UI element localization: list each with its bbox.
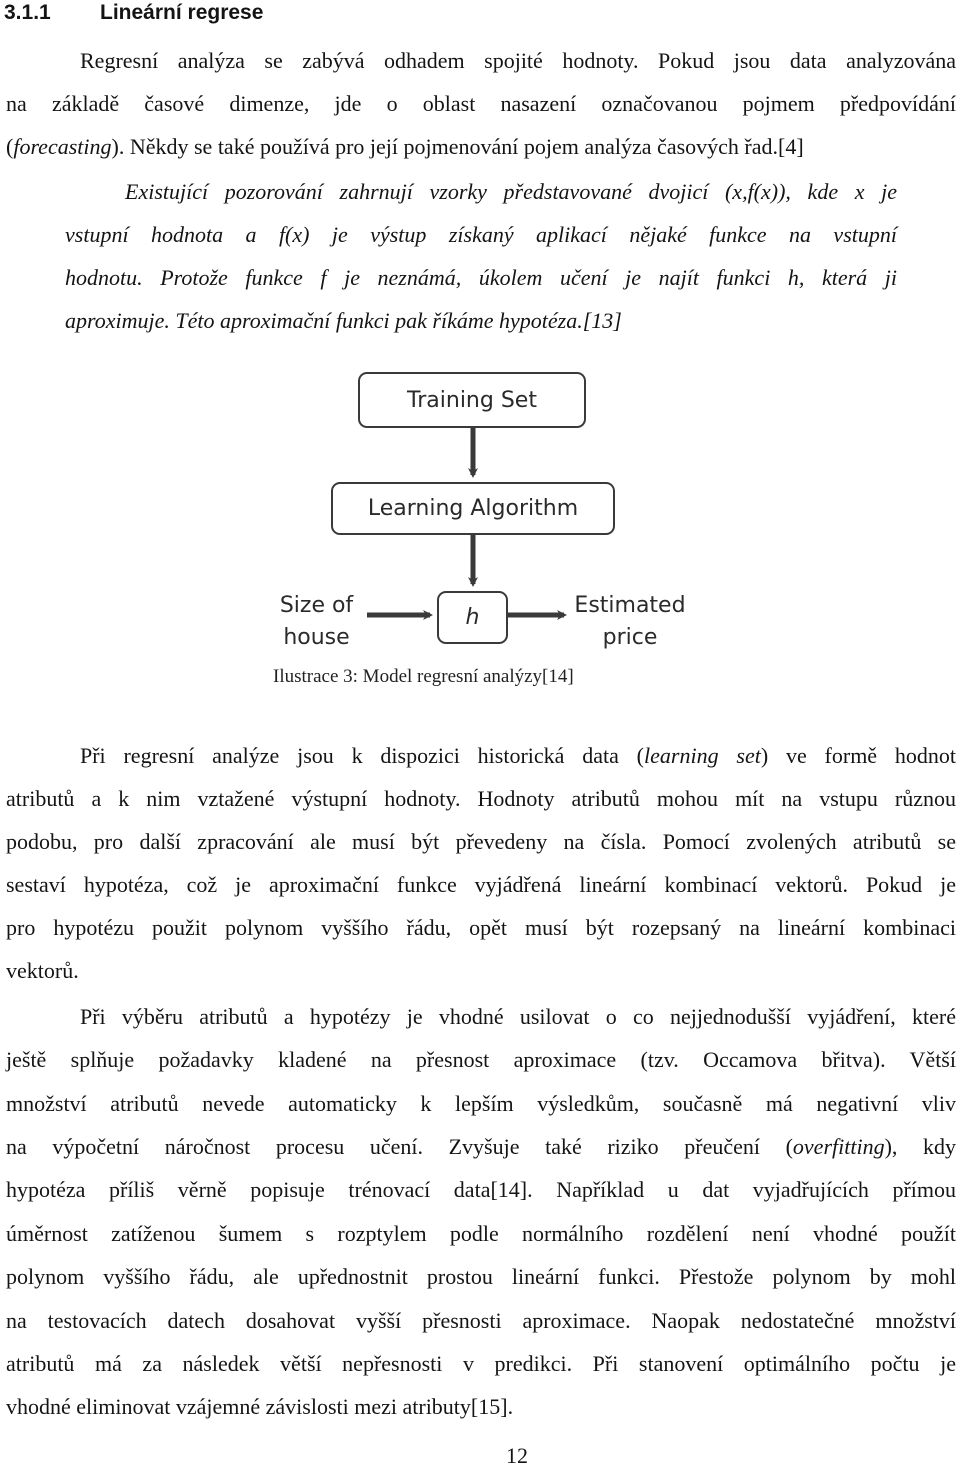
text-line: podobu, pro další zpracování ale musí bý… bbox=[6, 829, 956, 854]
hypothesis-box: h bbox=[437, 591, 508, 644]
output-label-line: price bbox=[602, 625, 658, 650]
text-line: na základě časové dimenze, jde o oblast … bbox=[6, 91, 956, 116]
text-span: na výpočetní náročnost procesu učení. Zv… bbox=[6, 1134, 793, 1159]
learning-algorithm-box: Learning Algorithm bbox=[331, 482, 615, 535]
text-line: atributů a k nim vztažené výstupní hodno… bbox=[6, 786, 956, 811]
text-line: Regresní analýza se zabývá odhadem spoji… bbox=[80, 48, 956, 73]
text-line: sestaví hypotéza, což je aproximační fun… bbox=[6, 872, 956, 897]
text-line: hypotéza příliš věrně popisuje trénovací… bbox=[6, 1177, 956, 1202]
text-line: Při výběru atributů a hypotézy je vhodné… bbox=[80, 1004, 956, 1029]
text-line: ještě splňuje požadavky kladené na přesn… bbox=[6, 1047, 956, 1072]
text-line: na testovacích datech dosahovat vyšší př… bbox=[6, 1308, 956, 1333]
text-line: pro hypotézu použit polynom vyššího řádu… bbox=[6, 915, 956, 940]
text-line: úměrnost zatíženou šumem s rozptylem pod… bbox=[6, 1221, 956, 1246]
text-span: ). Někdy se také používá pro její pojmen… bbox=[111, 134, 804, 159]
text-span: Při regresní analýze jsou k dispozici hi… bbox=[80, 743, 645, 768]
text-line: na výpočetní náročnost procesu učení. Zv… bbox=[6, 1134, 956, 1160]
page-number: 12 bbox=[506, 1443, 528, 1468]
section-number: 3.1.1 bbox=[4, 1, 51, 24]
text-span: ), kdy bbox=[884, 1134, 957, 1159]
output-label-line: Estimated bbox=[574, 593, 686, 618]
input-label-line: house bbox=[283, 625, 350, 650]
text-line: Existující pozorování zahrnují vzorky př… bbox=[125, 179, 897, 204]
italic-term: forecasting bbox=[13, 134, 112, 159]
section-heading: 3.1.1 Lineární regrese bbox=[4, 1, 263, 25]
text-line: vstupní hodnota a f(x) je výstup získaný… bbox=[65, 222, 897, 247]
text-line: hodnotu. Protože funkce f je neznámá, úk… bbox=[65, 265, 897, 290]
text-line: vhodné eliminovat vzájemné závislosti me… bbox=[6, 1394, 514, 1419]
text-line: polynom vyššího řádu, ale upřednostnit p… bbox=[6, 1264, 956, 1289]
text-line: Při regresní analýze jsou k dispozici hi… bbox=[80, 743, 956, 769]
input-label-line: Size of bbox=[279, 593, 354, 618]
text-line: atributů má za následek větší nepřesnost… bbox=[6, 1351, 956, 1376]
input-label: Size of house bbox=[274, 590, 359, 654]
figure-caption: Ilustrace 3: Model regresní analýzy[14] bbox=[273, 666, 574, 687]
section-title: Lineární regrese bbox=[100, 1, 264, 24]
regression-model-diagram: Training Set Learning Algorithm h Size o… bbox=[260, 360, 730, 660]
text-span: ) ve formě hodnot bbox=[760, 743, 956, 768]
italic-term: learning set bbox=[644, 743, 761, 768]
italic-term: overfitting bbox=[792, 1134, 885, 1159]
text-line: množství atributů nevede automaticky k l… bbox=[6, 1091, 956, 1116]
text-line: (forecasting). Někdy se také používá pro… bbox=[6, 134, 956, 160]
output-label: Estimated price bbox=[570, 590, 690, 654]
training-set-box: Training Set bbox=[358, 372, 586, 428]
text-line: vektorů. bbox=[6, 958, 79, 983]
text-line: aproximuje. Této aproximační funkci pak … bbox=[65, 308, 622, 333]
